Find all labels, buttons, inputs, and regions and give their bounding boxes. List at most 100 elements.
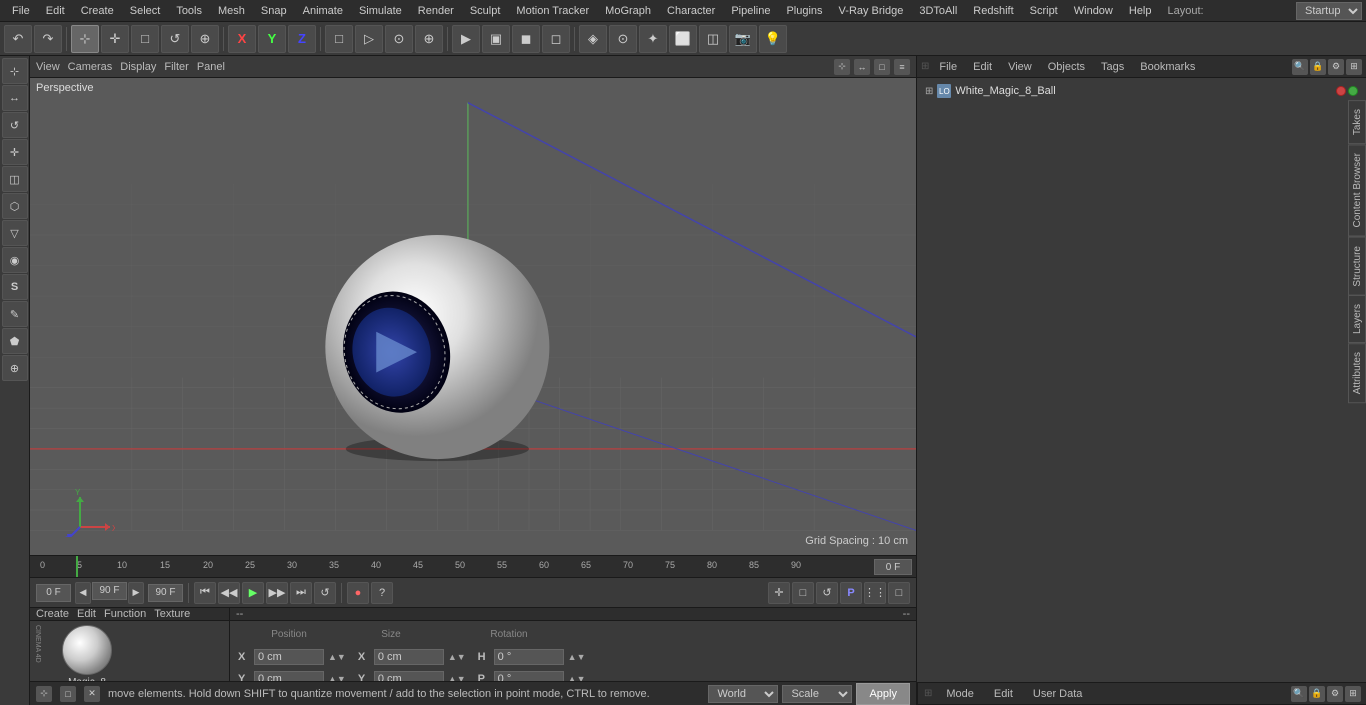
coord-p-rot[interactable]: [494, 671, 564, 681]
lp-magnet[interactable]: ⬟: [2, 328, 28, 354]
status-icon-1[interactable]: ⊹: [36, 686, 52, 702]
array-button[interactable]: ◫: [699, 25, 727, 53]
menu-animate[interactable]: Animate: [295, 3, 351, 19]
objects-file-tab[interactable]: File: [933, 59, 963, 75]
panel-menu[interactable]: Panel: [197, 61, 225, 73]
rotate-tool-button[interactable]: ↺: [161, 25, 189, 53]
attr-expand-icon[interactable]: ⊞: [1345, 686, 1361, 702]
mat-create-menu[interactable]: Create: [36, 608, 69, 620]
attr-settings-icon[interactable]: ⚙: [1327, 686, 1343, 702]
loop-button[interactable]: ↺: [314, 582, 336, 604]
keyframe-box-button[interactable]: □: [792, 582, 814, 604]
menu-plugins[interactable]: Plugins: [778, 3, 830, 19]
cameras-menu[interactable]: Cameras: [68, 61, 113, 73]
poly-mode-button[interactable]: ⊕: [415, 25, 443, 53]
mat-edit-menu[interactable]: Edit: [77, 608, 96, 620]
edge-mode-button[interactable]: ▷: [355, 25, 383, 53]
object-row-ball[interactable]: ⊞ LO White_Magic_8_Ball: [921, 82, 1362, 100]
menu-3dtoall[interactable]: 3DToAll: [911, 3, 965, 19]
menu-tools[interactable]: Tools: [168, 3, 210, 19]
objects-bookmarks-tab[interactable]: Bookmarks: [1134, 59, 1201, 75]
menu-help[interactable]: Help: [1121, 3, 1160, 19]
render-settings-button[interactable]: ◻: [542, 25, 570, 53]
objects-tags-tab[interactable]: Tags: [1095, 59, 1130, 75]
preview-button[interactable]: P: [840, 582, 862, 604]
move-tool-button[interactable]: ✛: [101, 25, 129, 53]
frame-back-btn[interactable]: ◀: [75, 582, 91, 604]
frame-fwd-btn[interactable]: ▶: [128, 582, 144, 604]
play-button[interactable]: ▶: [242, 582, 264, 604]
vtab-structure[interactable]: Structure: [1348, 237, 1366, 296]
lp-sculpt[interactable]: ◫: [2, 166, 28, 192]
point-mode-button[interactable]: ⊙: [385, 25, 413, 53]
coord-y-size[interactable]: [374, 671, 444, 681]
vtab-layers[interactable]: Layers: [1348, 295, 1366, 343]
cube-tool-button[interactable]: ◈: [579, 25, 607, 53]
motion-button[interactable]: ↺: [816, 582, 838, 604]
menu-mograph[interactable]: MoGraph: [597, 3, 659, 19]
lp-spline-draw[interactable]: ▽: [2, 220, 28, 246]
world-dropdown[interactable]: World: [708, 685, 778, 703]
add-key-button[interactable]: ✛: [768, 582, 790, 604]
deform-button[interactable]: ⊙: [609, 25, 637, 53]
menu-script[interactable]: Script: [1022, 3, 1066, 19]
start-frame-input[interactable]: [36, 584, 71, 602]
coord-y-arrow[interactable]: ▲▼: [328, 674, 346, 681]
coord-y-size-arrow[interactable]: ▲▼: [448, 674, 466, 681]
undo-button[interactable]: ↶: [4, 25, 32, 53]
goto-end-button[interactable]: ⏭: [290, 582, 312, 604]
objects-view-tab[interactable]: View: [1002, 59, 1038, 75]
menu-select[interactable]: Select: [122, 3, 169, 19]
viewport-icon-3[interactable]: □: [874, 59, 890, 75]
status-icon-2[interactable]: □: [60, 686, 76, 702]
scale-dropdown[interactable]: Scale: [782, 685, 852, 703]
menu-vray[interactable]: V-Ray Bridge: [831, 3, 912, 19]
lp-transform[interactable]: ✛: [2, 139, 28, 165]
coord-h-rot[interactable]: [494, 649, 564, 665]
coord-p-arrow[interactable]: ▲▼: [568, 674, 586, 681]
menu-redshift[interactable]: Redshift: [965, 3, 1021, 19]
lp-polygon[interactable]: ⬡: [2, 193, 28, 219]
coord-x-pos[interactable]: [254, 649, 324, 665]
y-axis-button[interactable]: Y: [258, 25, 286, 53]
coord-y-pos[interactable]: [254, 671, 324, 681]
attr-userdata-tab[interactable]: User Data: [1027, 686, 1089, 702]
3d-viewport[interactable]: Perspective: [30, 78, 916, 555]
objects-objects-tab[interactable]: Objects: [1042, 59, 1091, 75]
obj-circle-green[interactable]: [1348, 86, 1358, 96]
obj-circle-red[interactable]: [1336, 86, 1346, 96]
attr-edit-tab[interactable]: Edit: [988, 686, 1019, 702]
timeline-btn[interactable]: □: [888, 582, 910, 604]
display-menu[interactable]: Display: [120, 61, 156, 73]
z-axis-button[interactable]: Z: [288, 25, 316, 53]
lp-snap[interactable]: S: [2, 274, 28, 300]
obj-expand-icon[interactable]: ⊞: [1346, 59, 1362, 75]
lp-knife[interactable]: ✎: [2, 301, 28, 327]
attr-mode-tab[interactable]: Mode: [940, 686, 980, 702]
menu-create[interactable]: Create: [73, 3, 122, 19]
spline-button[interactable]: ✦: [639, 25, 667, 53]
menu-edit[interactable]: Edit: [38, 3, 73, 19]
viewport-icon-1[interactable]: ⊹: [834, 59, 850, 75]
menu-sculpt[interactable]: Sculpt: [462, 3, 509, 19]
menu-file[interactable]: File: [4, 3, 38, 19]
vtab-takes[interactable]: Takes: [1348, 100, 1366, 144]
lp-tweak[interactable]: ⊕: [2, 355, 28, 381]
render-view-button[interactable]: ▶: [452, 25, 480, 53]
play-fwd-button[interactable]: ▶▶: [266, 582, 288, 604]
select-tool-button[interactable]: ⊹: [71, 25, 99, 53]
menu-motion-tracker[interactable]: Motion Tracker: [508, 3, 597, 19]
scale-tool-button[interactable]: □: [131, 25, 159, 53]
obj-lock-icon[interactable]: 🔒: [1310, 59, 1326, 75]
apply-button[interactable]: Apply: [856, 683, 910, 705]
coord-h-arrow[interactable]: ▲▼: [568, 652, 586, 662]
coord-x-arrow[interactable]: ▲▼: [328, 652, 346, 662]
end-frame2-input[interactable]: [148, 584, 183, 602]
play-back-button[interactable]: ◀◀: [218, 582, 240, 604]
goto-start-button[interactable]: ⏮: [194, 582, 216, 604]
lp-rotate[interactable]: ↺: [2, 112, 28, 138]
filter-menu[interactable]: Filter: [164, 61, 188, 73]
menu-simulate[interactable]: Simulate: [351, 3, 410, 19]
nurbs-button[interactable]: ⬜: [669, 25, 697, 53]
attr-search-icon[interactable]: 🔍: [1291, 686, 1307, 702]
